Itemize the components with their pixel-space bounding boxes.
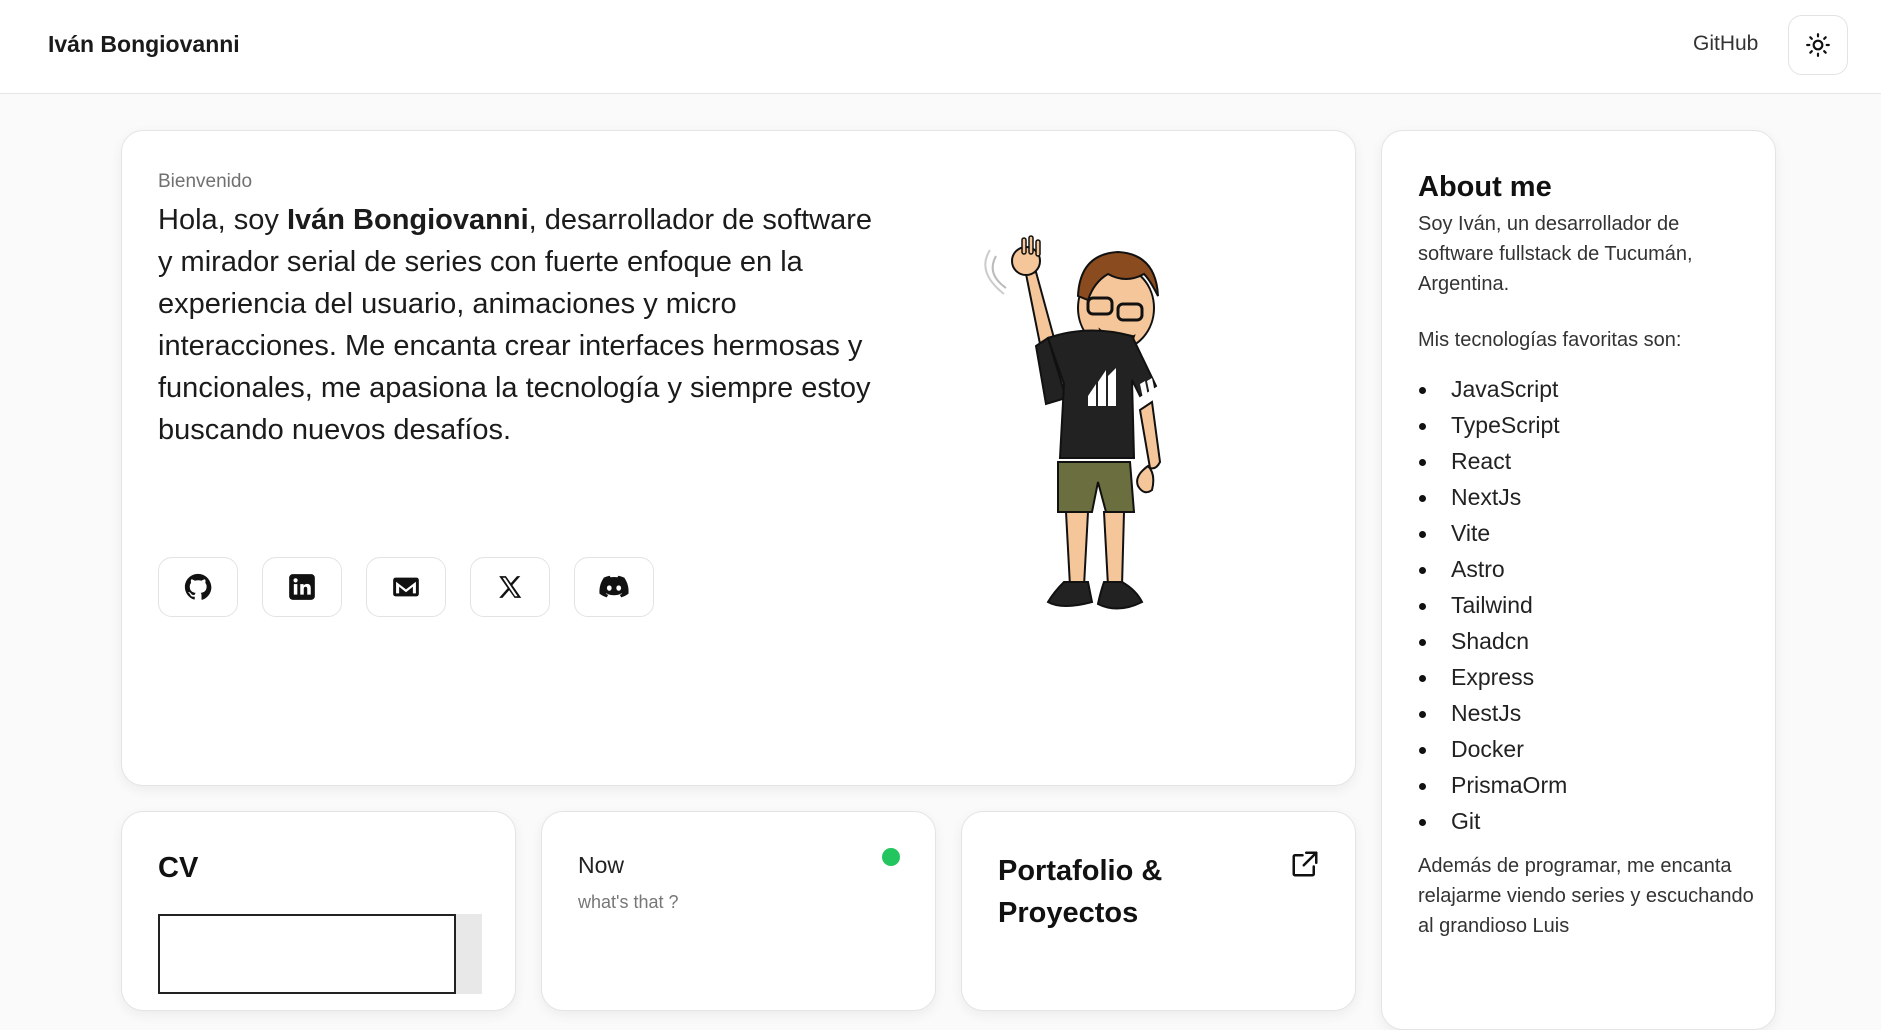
social-links	[158, 557, 654, 617]
hero-card: Bienvenido Hola, soy Iván Bongiovanni, d…	[121, 130, 1356, 786]
now-subtitle[interactable]: what's that ?	[578, 892, 679, 913]
intro-before: Hola, soy	[158, 204, 287, 236]
tech-item: NextJs	[1418, 479, 1567, 515]
portfolio-title: Portafolio & Proyectos	[998, 855, 1163, 929]
portfolio-card[interactable]: Portafolio & Proyectos	[961, 811, 1356, 1011]
tech-item: Tailwind	[1418, 587, 1567, 623]
welcome-label: Bienvenido	[158, 171, 253, 192]
linkedin-social-button[interactable]	[262, 557, 342, 617]
tech-item: Express	[1418, 659, 1567, 695]
about-hobbies: Además de programar, me encanta relajarm…	[1418, 855, 1754, 937]
github-icon	[184, 573, 212, 600]
x-social-button[interactable]	[470, 557, 550, 617]
mail-social-button[interactable]	[366, 557, 446, 617]
tech-item: JavaScript	[1418, 371, 1567, 407]
now-title: Now	[578, 852, 625, 878]
tech-list: JavaScript TypeScript React NextJs Vite …	[1418, 371, 1567, 839]
discord-social-button[interactable]	[574, 557, 654, 617]
about-intro: Soy Iván, un desarrollador de software f…	[1418, 213, 1693, 295]
now-card[interactable]: Now what's that ?	[541, 811, 936, 1011]
x-icon	[499, 576, 522, 598]
cv-card[interactable]: CV	[121, 811, 516, 1011]
linkedin-icon	[289, 574, 315, 600]
waving-avatar-illustration	[984, 235, 1162, 610]
tech-item: Docker	[1418, 731, 1567, 767]
about-title: About me	[1418, 171, 1552, 203]
external-link-icon[interactable]	[1290, 849, 1320, 879]
sun-icon	[1806, 33, 1830, 57]
tech-item: Vite	[1418, 515, 1567, 551]
tech-item: NestJs	[1418, 695, 1567, 731]
cv-preview-scrollbar[interactable]	[456, 914, 482, 994]
tech-item: Shadcn	[1418, 623, 1567, 659]
mail-icon	[393, 577, 419, 597]
tech-item: React	[1418, 443, 1567, 479]
now-status-dot	[882, 848, 900, 866]
github-nav-link[interactable]: GitHub	[1693, 32, 1758, 56]
cv-title: CV	[158, 852, 199, 884]
tech-item: PrismaOrm	[1418, 767, 1567, 803]
tech-item: Astro	[1418, 551, 1567, 587]
theme-toggle-button[interactable]	[1788, 15, 1848, 75]
tech-item: Git	[1418, 803, 1567, 839]
cv-preview[interactable]	[158, 914, 456, 994]
about-card: About me Soy Iván, un desarrollador de s…	[1381, 130, 1776, 1030]
github-social-button[interactable]	[158, 557, 238, 617]
discord-icon	[599, 575, 629, 598]
site-brand[interactable]: Iván Bongiovanni	[48, 31, 240, 58]
intro-name: Iván Bongiovanni	[286, 204, 529, 236]
top-navbar: Iván Bongiovanni GitHub	[0, 0, 1881, 94]
intro-after: , desarrollador de software y mirador se…	[158, 204, 872, 446]
intro-text: Hola, soy Iván Bongiovanni, desarrollado…	[158, 199, 878, 451]
tech-item: TypeScript	[1418, 407, 1567, 443]
about-tech-label: Mis tecnologías favoritas son:	[1418, 329, 1682, 351]
